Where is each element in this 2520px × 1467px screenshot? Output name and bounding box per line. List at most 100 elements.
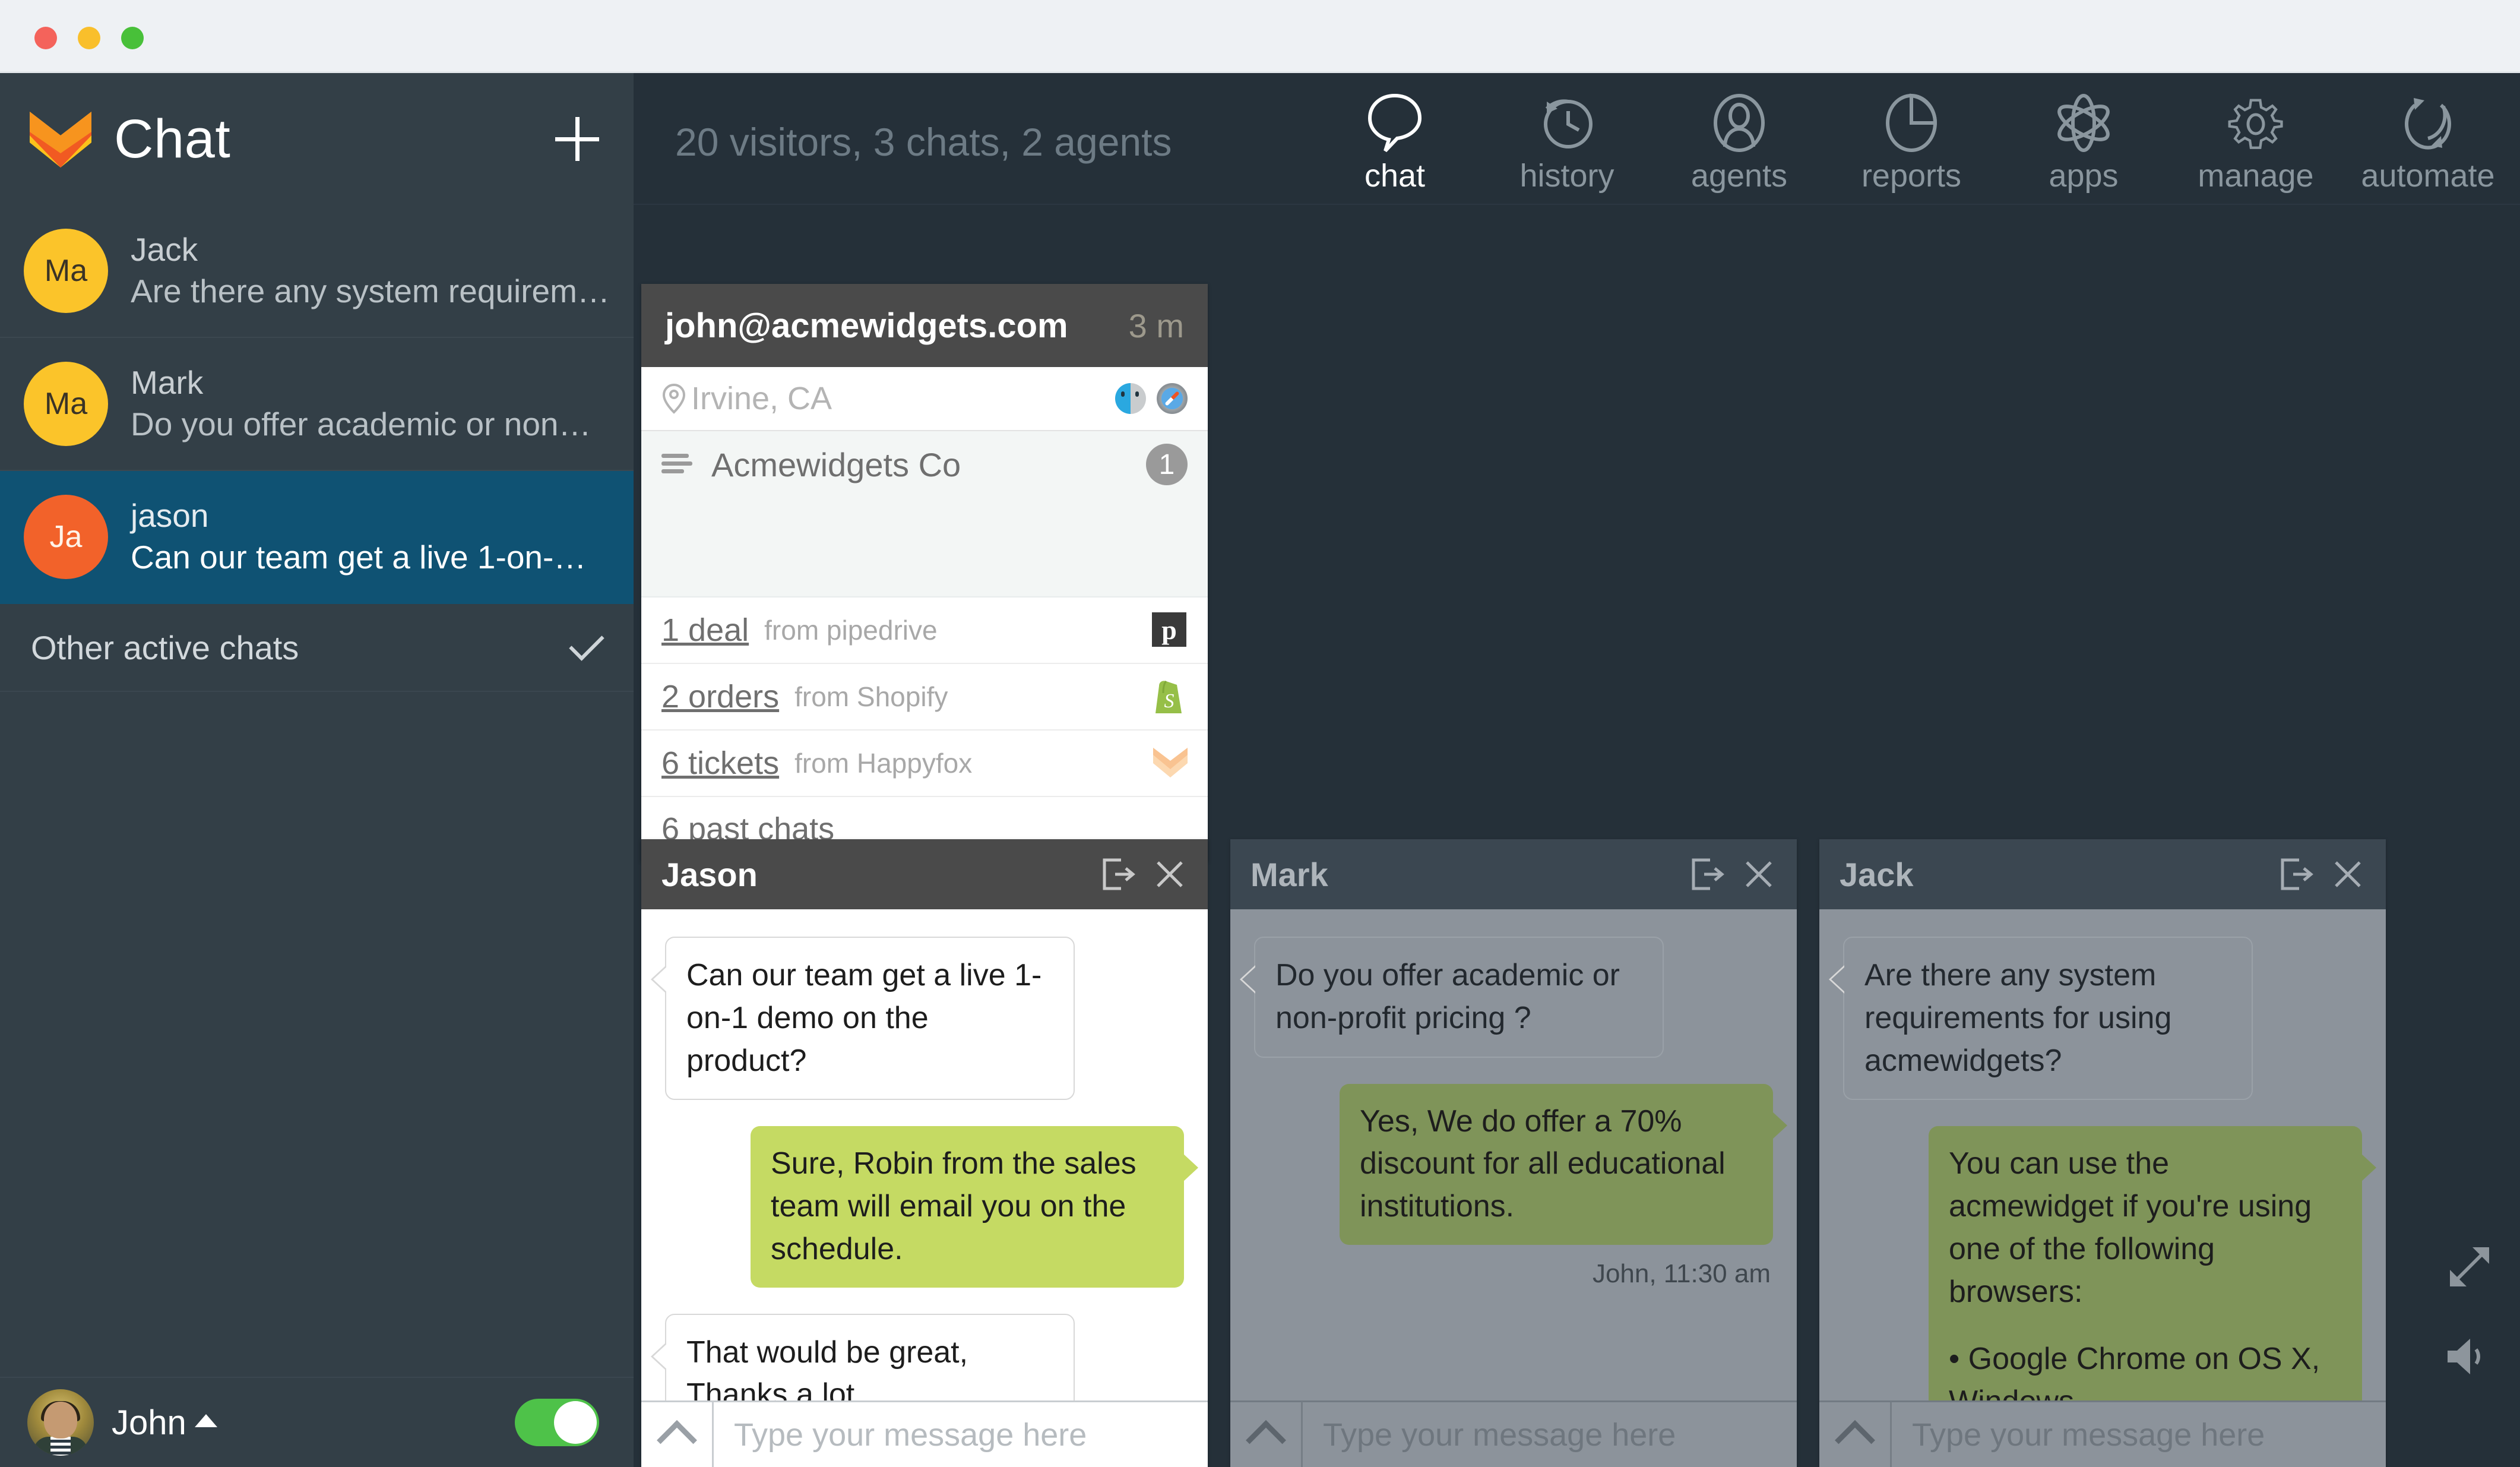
chat-list: Ma Jack Are there any system requirem… M… <box>0 205 634 692</box>
nav-item-reports[interactable]: reports <box>1825 73 1997 205</box>
caret-up-icon <box>194 1414 217 1427</box>
refresh-cycle-icon <box>2398 92 2458 154</box>
chat-window-jack: Jack Are there any system requirements f… <box>1819 839 2386 1467</box>
pipedrive-icon: p <box>1152 612 1188 648</box>
other-active-chats-toggle[interactable]: Other active chats <box>0 604 634 692</box>
close-window-button[interactable] <box>34 27 57 49</box>
chat-input-bar[interactable]: Type your message here <box>1230 1400 1797 1467</box>
transfer-chat-icon[interactable] <box>2279 856 2315 892</box>
visitor-company-section: Acmewidgets Co 1 <box>641 431 1208 597</box>
message-bubble-visitor: Are there any system requirements for us… <box>1829 937 2253 1101</box>
minimize-window-button[interactable] <box>78 27 100 49</box>
message-bubble-visitor: Do you offer academic or non-profit pric… <box>1240 937 1664 1058</box>
chat-input-placeholder[interactable]: Type your message here <box>1892 1417 2386 1453</box>
integration-row-shopify[interactable]: 2 orders from Shopify S <box>641 664 1208 731</box>
integration-link[interactable]: 2 orders <box>661 678 779 715</box>
chat-list-item-name: Mark <box>131 363 204 401</box>
nav-label: apps <box>2049 158 2119 194</box>
window-titlebar <box>0 0 2520 73</box>
chat-window-header: Mark <box>1230 839 1797 909</box>
person-circle-icon <box>1709 92 1769 154</box>
top-navigation: 20 visitors, 3 chats, 2 agents chat hist… <box>634 73 2520 205</box>
chat-window-title: Jason <box>661 855 758 893</box>
visitor-email: john@acmewidgets.com <box>665 306 1068 345</box>
chat-window-messages: Can our team get a live 1-on-1 demo on t… <box>641 909 1208 1400</box>
nav-item-history[interactable]: history <box>1481 73 1653 205</box>
main-area: 20 visitors, 3 chats, 2 agents chat hist… <box>634 73 2520 1467</box>
nav-items: chat history agents reports apps manage … <box>1309 73 2514 205</box>
expand-composer-button[interactable] <box>1819 1401 1892 1467</box>
expand-composer-button[interactable] <box>641 1401 714 1467</box>
floating-controls <box>2439 1241 2494 1384</box>
finder-os-icon <box>1115 383 1146 414</box>
toggle-knob <box>554 1401 597 1444</box>
chat-list-item-jason[interactable]: Ja jason Can our team get a live 1-on-… <box>0 471 634 604</box>
avatar: Ma <box>24 362 108 446</box>
chat-window-messages: Are there any system requirements for us… <box>1819 909 2386 1400</box>
chat-window-actions <box>1101 856 1188 892</box>
message-text: You can use the acmewidget if you're usi… <box>1949 1146 2312 1309</box>
close-icon[interactable] <box>1152 856 1188 892</box>
chat-list-item-mark[interactable]: Ma Mark Do you offer academic or non… <box>0 338 634 471</box>
expand-diagonal-icon[interactable] <box>2439 1241 2494 1296</box>
integration-source: from Shopify <box>794 681 948 712</box>
sidebar-brand: Chat <box>0 73 634 205</box>
visitor-stats: 20 visitors, 3 chats, 2 agents <box>675 120 1172 164</box>
chat-window-mark: Mark Do you offer academic or non-profit… <box>1230 839 1797 1467</box>
nav-label: manage <box>2198 158 2314 194</box>
chat-list-item-snippet: Are there any system requirem… <box>131 272 610 309</box>
new-chat-button[interactable] <box>555 117 599 161</box>
bars-list-icon <box>661 454 692 473</box>
agent-availability-toggle[interactable] <box>515 1399 599 1446</box>
nav-label: chat <box>1364 158 1426 194</box>
integration-link[interactable]: 1 deal <box>661 612 749 649</box>
chat-windows-row: Jason Can our team get a live 1-on-1 dem… <box>634 839 2520 1467</box>
close-icon[interactable] <box>2330 856 2366 892</box>
integration-row-pipedrive[interactable]: 1 deal from pipedrive p <box>641 597 1208 664</box>
close-icon[interactable] <box>1741 856 1777 892</box>
map-pin-icon <box>662 383 686 414</box>
chat-window-actions <box>1690 856 1777 892</box>
shopify-icon: S <box>1152 679 1188 714</box>
message-bubble-agent: You can use the acmewidget if you're usi… <box>1929 1126 2376 1400</box>
browser-list-item: Google Chrome on OS X, Windows <box>1949 1338 2342 1400</box>
chat-input-placeholder[interactable]: Type your message here <box>714 1417 1208 1453</box>
speaker-volume-icon[interactable] <box>2439 1329 2494 1384</box>
expand-composer-button[interactable] <box>1230 1401 1303 1467</box>
agent-status-bar: John <box>0 1377 634 1467</box>
chat-input-bar[interactable]: Type your message here <box>641 1400 1208 1467</box>
visitor-location-row: Irvine, CA <box>641 367 1208 431</box>
chat-input-bar[interactable]: Type your message here <box>1819 1400 2386 1467</box>
integration-link[interactable]: 6 tickets <box>661 745 779 782</box>
chevron-down-icon <box>569 625 604 661</box>
app-window: Chat Ma Jack Are there any system requir… <box>0 0 2520 1467</box>
zoom-window-button[interactable] <box>121 27 144 49</box>
chat-window-jason: Jason Can our team get a live 1-on-1 dem… <box>641 839 1208 1467</box>
company-count-badge: 1 <box>1146 444 1188 485</box>
nav-item-chat[interactable]: chat <box>1309 73 1481 205</box>
nav-label: history <box>1519 158 1614 194</box>
transfer-chat-icon[interactable] <box>1690 856 1726 892</box>
agent-name: John <box>112 1403 186 1442</box>
nav-item-apps[interactable]: apps <box>1997 73 2170 205</box>
message-timestamp: John, 11:30 am <box>1592 1259 1771 1288</box>
message-bubble-visitor: Can our team get a live 1-on-1 demo on t… <box>651 937 1075 1101</box>
chat-window-title: Jack <box>1840 855 1914 893</box>
agent-identity[interactable]: John <box>27 1389 217 1456</box>
integration-row-happyfox[interactable]: 6 tickets from Happyfox <box>641 731 1208 797</box>
nav-item-agents[interactable]: agents <box>1653 73 1825 205</box>
chat-list-item-jack[interactable]: Ma Jack Are there any system requirem… <box>0 205 634 338</box>
happyfox-icon <box>1152 745 1188 781</box>
message-bubble-agent: Yes, We do offer a 70% discount for all … <box>1340 1083 1787 1245</box>
pipedrive-glyph: p <box>1152 612 1186 647</box>
chat-input-placeholder[interactable]: Type your message here <box>1303 1417 1797 1453</box>
other-active-chats-label: Other active chats <box>31 628 299 666</box>
chat-window-header: Jack <box>1819 839 2386 909</box>
nav-item-automate[interactable]: automate <box>2342 73 2514 205</box>
speech-bubble-icon <box>1365 92 1424 154</box>
transfer-chat-icon[interactable] <box>1101 856 1136 892</box>
nav-item-manage[interactable]: manage <box>2170 73 2342 205</box>
traffic-lights <box>34 27 144 49</box>
message-bubble-agent: Sure, Robin from the sales team will ema… <box>751 1126 1198 1288</box>
chevron-up-icon <box>1245 1419 1286 1460</box>
